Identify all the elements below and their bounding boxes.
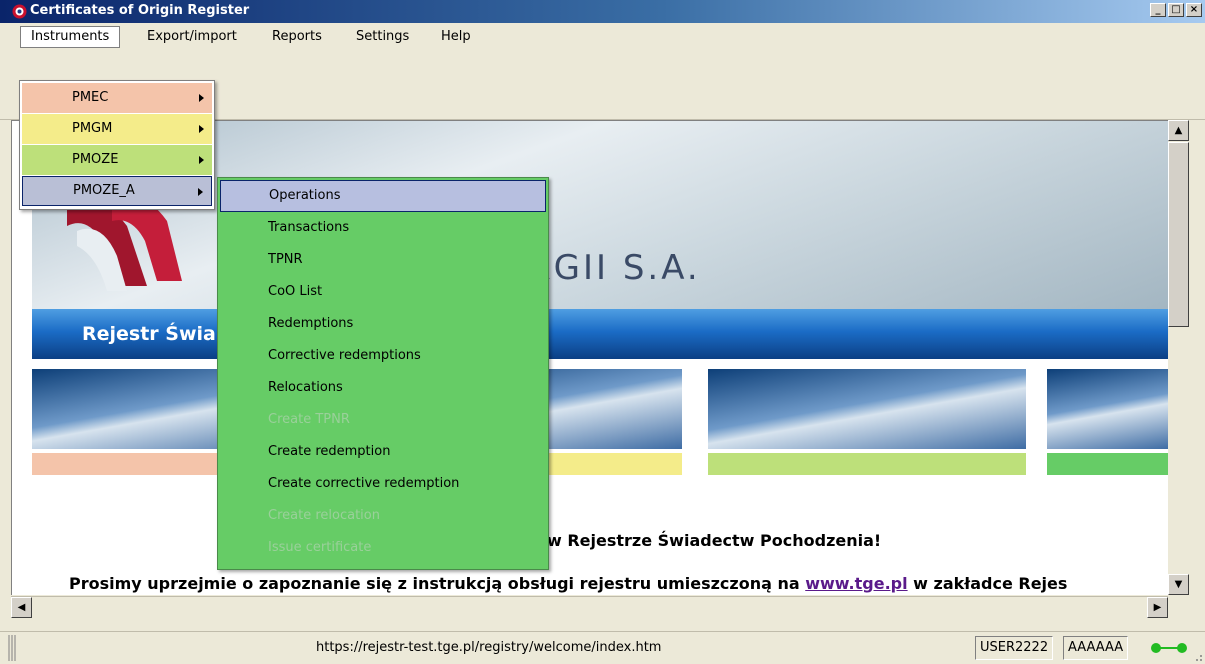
menu-export-import[interactable]: Export/import (137, 26, 247, 48)
submenu-create-corrective-redemption[interactable]: Create corrective redemption (220, 468, 546, 500)
menu-item-pmec[interactable]: PMEC (22, 83, 212, 113)
submenu-create-relocation: Create relocation (268, 508, 380, 523)
vertical-scroll-thumb[interactable] (1168, 142, 1189, 327)
info-suffix: w zakładce Rejes (907, 574, 1068, 593)
submenu-coo-list[interactable]: CoO List (220, 276, 546, 308)
scroll-right-button[interactable]: ▶ (1147, 597, 1168, 618)
connection-status-icon (1151, 643, 1187, 653)
app-icon (12, 4, 27, 19)
submenu-arrow-icon (199, 125, 204, 133)
horizontal-scrollbar[interactable]: ◀ ▶ (11, 596, 1168, 618)
banner-title: Rejestr Świa (82, 323, 216, 345)
status-user: USER2222 (975, 636, 1054, 660)
menu-item-label: PMOZE (72, 152, 119, 167)
submenu-arrow-icon (198, 188, 203, 196)
grip-icon (8, 635, 16, 661)
menu-item-pmoze-a[interactable]: PMOZE_A (22, 176, 212, 206)
menu-item-label: PMGM (72, 121, 113, 136)
maximize-button[interactable]: □ (1168, 3, 1184, 17)
submenu-issue-certificate: Issue certificate (268, 540, 372, 555)
scroll-left-button[interactable]: ◀ (11, 597, 32, 618)
submenu-operations[interactable]: Operations (220, 180, 546, 212)
submenu-arrow-icon (199, 156, 204, 164)
submenu-corrective-redemptions[interactable]: Corrective redemptions (220, 340, 546, 372)
info-text: Prosimy uprzejmie o zapoznanie się z ins… (69, 574, 1067, 593)
minimize-button[interactable]: _ (1150, 3, 1166, 17)
menu-item-label: PMOZE_A (73, 183, 135, 198)
banner-image-4 (1047, 369, 1168, 449)
banner-title-bar: Rejestr Świa (32, 309, 1168, 359)
submenu-create-redemption[interactable]: Create redemption (220, 436, 546, 468)
banner-image-3 (708, 369, 1026, 449)
submenu-arrow-icon (199, 94, 204, 102)
title-bar: Certificates of Origin Register _ □ × (0, 0, 1205, 23)
color-strip-pmoze-a (1047, 453, 1168, 475)
tge-link[interactable]: www.tge.pl (805, 574, 907, 593)
resize-grip-icon[interactable] (1191, 650, 1203, 662)
menu-instruments[interactable]: Instruments (20, 26, 121, 48)
welcome-text: w Rejestrze Świadectw Pochodzenia! (547, 531, 882, 550)
menu-bar: Instruments Export/import Reports Settin… (0, 23, 1205, 50)
submenu-redemptions[interactable]: Redemptions (220, 308, 546, 340)
pmoze-a-submenu: Operations Transactions TPNR CoO List Re… (217, 177, 549, 570)
status-account: AAAAAA (1063, 636, 1129, 660)
scroll-down-button[interactable]: ▼ (1168, 574, 1189, 595)
submenu-transactions[interactable]: Transactions (220, 212, 546, 244)
status-bar: https://rejestr-test.tge.pl/registry/wel… (0, 631, 1205, 664)
brand-text: RGII S.A. (527, 248, 701, 288)
info-prefix: Prosimy uprzejmie o zapoznanie się z ins… (69, 574, 806, 593)
vertical-scrollbar[interactable]: ▲ ▼ (1168, 120, 1189, 595)
menu-reports[interactable]: Reports (262, 26, 332, 48)
menu-settings[interactable]: Settings (346, 26, 419, 48)
status-url: https://rejestr-test.tge.pl/registry/wel… (316, 640, 662, 655)
instruments-dropdown: PMEC PMGM PMOZE PMOZE_A (19, 80, 215, 210)
submenu-create-tpnr: Create TPNR (268, 412, 350, 427)
window-title: Certificates of Origin Register (30, 3, 250, 18)
close-button[interactable]: × (1186, 3, 1202, 17)
color-strip-pmoze (708, 453, 1026, 475)
submenu-tpnr[interactable]: TPNR (220, 244, 546, 276)
menu-item-pmoze[interactable]: PMOZE (22, 145, 212, 175)
scroll-up-button[interactable]: ▲ (1168, 120, 1189, 141)
menu-item-pmgm[interactable]: PMGM (22, 114, 212, 144)
menu-item-label: PMEC (72, 90, 109, 105)
submenu-relocations[interactable]: Relocations (220, 372, 546, 404)
menu-help[interactable]: Help (431, 26, 481, 48)
